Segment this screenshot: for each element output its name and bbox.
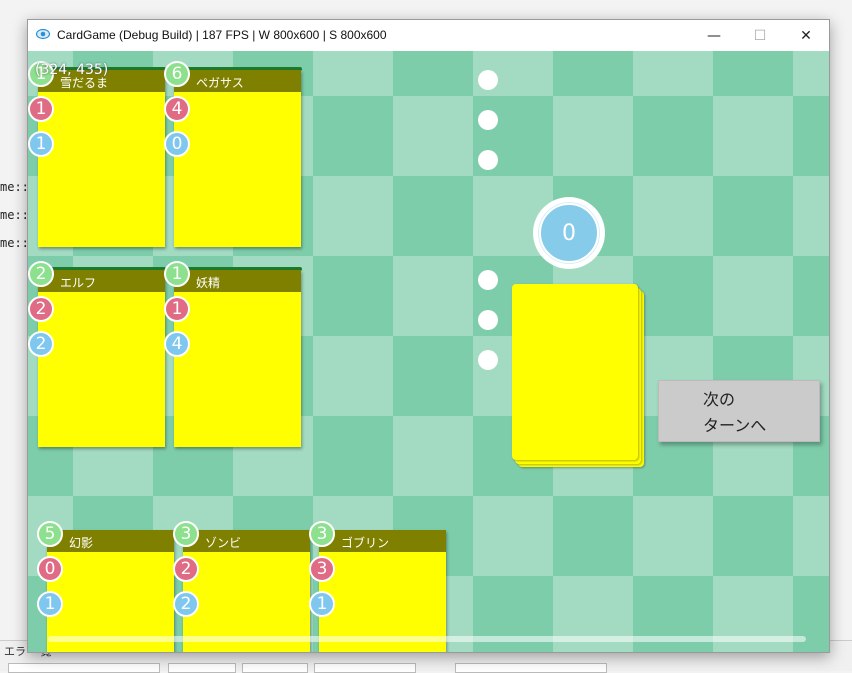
card-body [38, 70, 165, 247]
card-body [38, 270, 165, 447]
hp-badge: 1 [28, 131, 54, 157]
card-name: ペガサス [196, 76, 244, 90]
cost-badge: 3 [309, 521, 335, 547]
card-name: ゴブリン [341, 536, 390, 550]
maximize-icon: ☐ [753, 27, 767, 44]
attack-badge: 2 [173, 556, 199, 582]
host-build-field[interactable] [455, 663, 607, 673]
minimize-icon: — [707, 27, 721, 44]
hand-scrollbar[interactable] [48, 636, 806, 642]
host-code-fragment: me:: [0, 180, 29, 194]
maximize-button[interactable]: ☐ [737, 20, 783, 51]
close-button[interactable]: ✕ [783, 20, 829, 51]
cost-badge: 5 [37, 521, 63, 547]
attack-badge: 2 [28, 296, 54, 322]
card-body [174, 270, 301, 447]
cost-badge: 2 [28, 261, 54, 287]
hp-badge: 4 [164, 331, 190, 357]
cost-badge: 3 [173, 521, 199, 547]
cost-badge: 6 [164, 61, 190, 87]
field-card[interactable]: ペガサス 6 4 0 [164, 61, 302, 247]
minimize-button[interactable]: — [691, 20, 737, 51]
card-name: エルフ [60, 276, 97, 290]
title-bar[interactable]: CardGame (Debug Build) | 187 FPS | W 800… [28, 20, 829, 51]
deck-card [512, 284, 638, 460]
game-board: 雪だるま 1 1 1 ペガサス 6 4 0 エルフ 2 2 2 妖精 1 1 4… [28, 51, 829, 652]
host-toolbar-field[interactable] [8, 663, 160, 673]
slot-dot [478, 310, 498, 330]
host-code-fragment: me:: [0, 208, 29, 222]
card-name-bar: ペガサス [174, 70, 301, 92]
card-name: ゾンビ [205, 536, 242, 550]
cursor-coordinates: (324, 435) [35, 62, 109, 78]
slot-dot [478, 110, 498, 130]
host-message-filter[interactable] [314, 663, 416, 673]
slot-dot [478, 270, 498, 290]
app-eye-icon [36, 28, 50, 40]
slot-dot [478, 350, 498, 370]
card-name-bar: 妖精 [174, 270, 301, 292]
attack-badge: 1 [28, 96, 54, 122]
next-turn-label-line1: 次の [703, 390, 736, 409]
cost-badge: 1 [164, 261, 190, 287]
hand-card[interactable]: ゴブリン 3 3 1 [309, 521, 446, 652]
hand-card[interactable]: 幻影 5 0 1 [37, 521, 174, 652]
card-name: 妖精 [196, 276, 221, 290]
hp-badge: 1 [37, 591, 63, 617]
card-name-bar: ゴブリン [319, 530, 446, 552]
card-name-bar: エルフ [38, 270, 165, 292]
card-name-bar: ゾンビ [183, 530, 310, 552]
attack-badge: 3 [309, 556, 335, 582]
host-error-filter[interactable] [168, 663, 236, 673]
card-body [174, 70, 301, 247]
slot-dot [478, 150, 498, 170]
hp-badge: 2 [28, 331, 54, 357]
attack-badge: 0 [37, 556, 63, 582]
turn-counter: 0 [533, 197, 605, 269]
next-turn-label-line2: ターンへ [703, 416, 767, 435]
card-name-bar: 幻影 [47, 530, 174, 552]
hp-badge: 2 [173, 591, 199, 617]
hp-badge: 0 [164, 131, 190, 157]
attack-badge: 1 [164, 296, 190, 322]
turn-number: 0 [539, 203, 599, 263]
close-icon: ✕ [800, 27, 812, 44]
hand-card[interactable]: ゾンビ 3 2 2 [173, 521, 310, 652]
host-code-fragment: me:: [0, 236, 29, 250]
field-card[interactable]: 妖精 1 1 4 [164, 261, 302, 447]
field-card[interactable]: 雪だるま 1 1 1 [28, 61, 166, 247]
card-name: 幻影 [69, 536, 94, 550]
hp-badge: 1 [309, 591, 335, 617]
slot-dot [478, 70, 498, 90]
game-window: CardGame (Debug Build) | 187 FPS | W 800… [27, 19, 830, 653]
next-turn-button[interactable]: 次の ターンへ [658, 380, 820, 442]
host-warning-filter[interactable] [242, 663, 308, 673]
field-card[interactable]: エルフ 2 2 2 [28, 261, 166, 447]
attack-badge: 4 [164, 96, 190, 122]
window-title: CardGame (Debug Build) | 187 FPS | W 800… [57, 28, 387, 42]
